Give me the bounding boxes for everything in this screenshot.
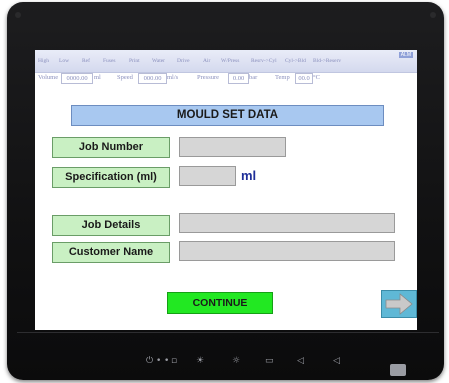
- indicator-low: Low: [59, 58, 70, 64]
- customer-name-input[interactable]: [179, 241, 395, 261]
- indicator-resrv-cyl: Resrv->Cyl: [251, 58, 277, 64]
- job-details-input[interactable]: [179, 213, 395, 233]
- speed-unit: ml/s: [167, 74, 179, 81]
- temp-value: 00.0: [295, 73, 313, 84]
- specification-label: Specification (ml): [52, 167, 170, 188]
- pressure-unit: bar: [249, 74, 258, 81]
- continue-button[interactable]: CONTINUE: [167, 292, 273, 314]
- indicator-ref: Ref: [82, 58, 90, 64]
- right-arrow-icon: [385, 293, 413, 315]
- indicator-air: Air: [203, 58, 211, 64]
- indicator-bld-reserv: Bld->Reserv: [313, 58, 342, 64]
- dot-icon: •: [156, 356, 162, 366]
- job-number-input[interactable]: [179, 137, 286, 157]
- status-header: High Low Ref Fuses Print Water Drive Air…: [35, 50, 417, 90]
- volume-up-icon[interactable]: ◁: [297, 356, 304, 366]
- alarm-badge[interactable]: ALM: [398, 52, 413, 58]
- bezel-screw-right: [430, 12, 436, 18]
- touch-disable-icon[interactable]: [390, 364, 406, 376]
- page-title: MOULD SET DATA: [71, 105, 384, 126]
- dot-icon: •: [164, 356, 170, 366]
- bezel-keys: ⏻ • • ▫ ☀ ☼ ▭ ◁ ◁: [0, 356, 449, 376]
- hmi-screen: High Low Ref Fuses Print Water Drive Air…: [35, 50, 417, 330]
- customer-name-label: Customer Name: [52, 242, 170, 263]
- job-number-label: Job Number: [52, 137, 170, 158]
- indicator-water: Water: [152, 58, 165, 64]
- volume-down-icon[interactable]: ◁: [333, 356, 340, 366]
- job-details-label: Job Details: [52, 215, 170, 236]
- status-indicator-labels: High Low Ref Fuses Print Water Drive Air…: [35, 58, 417, 68]
- specification-unit: ml: [241, 168, 257, 183]
- specification-input[interactable]: [179, 166, 236, 186]
- brightness-up-icon[interactable]: ☀: [196, 356, 204, 366]
- indicator-print: Print: [129, 58, 140, 64]
- next-page-button[interactable]: [381, 290, 417, 318]
- pressure-label: Pressure: [197, 74, 220, 81]
- volume-value: 0000.00: [61, 73, 93, 84]
- temp-label: Temp: [275, 74, 290, 81]
- volume-unit: ml: [94, 74, 101, 81]
- indicator-cyl-bld: Cyl->Bld: [285, 58, 306, 64]
- temp-unit: °C: [313, 74, 320, 81]
- bezel-divider: [17, 332, 439, 333]
- indicator-fuses: Fuses: [103, 58, 116, 64]
- bezel-screw-left: [15, 12, 21, 18]
- square-icon[interactable]: ▫: [171, 356, 177, 366]
- volume-label: Volume: [38, 74, 59, 81]
- indicator-wpress: W/Press: [221, 58, 240, 64]
- indicator-drive: Drive: [177, 58, 190, 64]
- power-icon[interactable]: ⏻: [146, 356, 153, 366]
- speed-value: 000.00: [138, 73, 167, 84]
- menu-icon[interactable]: ▭: [265, 356, 274, 366]
- brightness-down-icon[interactable]: ☼: [232, 356, 240, 366]
- process-readouts: Volume 0000.00 ml Speed 000.00 ml/s Pres…: [35, 72, 417, 84]
- indicator-high: High: [38, 58, 49, 64]
- pressure-value: 0.00: [228, 73, 249, 84]
- speed-label: Speed: [117, 74, 133, 81]
